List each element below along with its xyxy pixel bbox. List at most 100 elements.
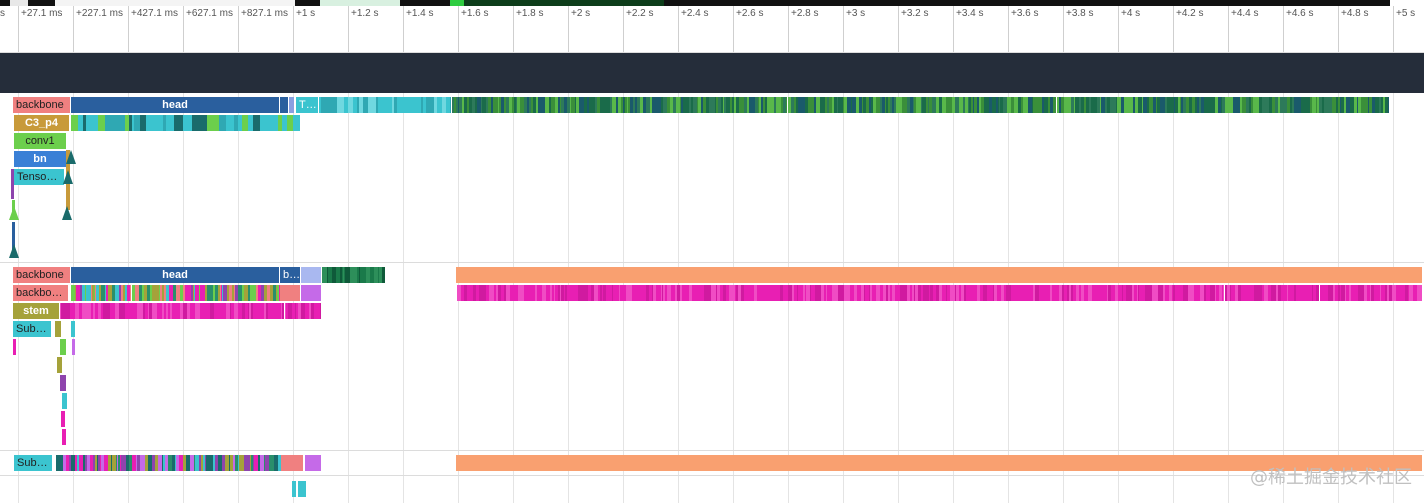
slice-conv1[interactable]: conv1 (14, 133, 66, 149)
slice-fragment[interactable] (98, 115, 106, 131)
slice-fragment[interactable] (72, 339, 75, 355)
ruler-tick (1118, 6, 1119, 52)
slice-c3-p4[interactable]: C3_p4 (14, 115, 69, 131)
grid-line (348, 93, 349, 503)
slice-small[interactable] (11, 169, 14, 199)
slice-backbone[interactable]: backbone (13, 267, 70, 283)
ruler-tick-label: +627.1 ms (186, 8, 233, 19)
slice-t[interactable]: T… (296, 97, 318, 113)
ruler-tick (73, 6, 74, 52)
slice-fragment[interactable] (139, 115, 147, 131)
slice-fragment[interactable] (61, 411, 65, 427)
slice-fragment[interactable] (384, 267, 385, 283)
slice-fragment[interactable] (1420, 285, 1422, 301)
ruler-tick (678, 6, 679, 52)
slice-fragment[interactable] (55, 321, 61, 337)
ruler-tick-label: +827.1 ms (241, 8, 288, 19)
slice-fragment[interactable] (165, 115, 175, 131)
slice-b[interactable]: b… (280, 267, 300, 283)
ruler-tick-label: +2.8 s (791, 8, 819, 19)
slice-small[interactable] (292, 481, 296, 497)
ruler-tick (1173, 6, 1174, 52)
ruler-tick-label: +1 s (296, 8, 316, 19)
slice-backbone[interactable]: backbone (13, 97, 70, 113)
slice-fragment[interactable] (71, 115, 79, 131)
slice-fragment[interactable] (252, 115, 261, 131)
slice-fragment[interactable] (174, 115, 183, 131)
slice-fragment[interactable] (60, 339, 66, 355)
slice-small[interactable] (289, 97, 294, 113)
ruler-tick-label: +427.1 ms (131, 8, 178, 19)
slice-fragment[interactable] (62, 393, 67, 409)
ruler-tick (1393, 6, 1394, 52)
slice-orange-long[interactable] (456, 267, 1422, 283)
ruler-tick-label: +3 s (846, 8, 866, 19)
slice-fragment[interactable] (292, 115, 300, 131)
slice-fragment[interactable] (89, 115, 99, 131)
ruler-tick-label: +2 s (571, 8, 591, 19)
slice-backbo[interactable]: backbo… (13, 285, 68, 301)
ruler-tick-label: s (0, 8, 5, 19)
ruler-tick (128, 6, 129, 52)
ruler-tick-label: +227.1 ms (76, 8, 123, 19)
slice-fragment[interactable] (60, 375, 66, 391)
slice-fragment[interactable] (105, 115, 115, 131)
ruler-tick (183, 6, 184, 52)
ruler-tick (623, 6, 624, 52)
slice-fragment[interactable] (319, 303, 321, 319)
slice-stem[interactable]: stem (13, 303, 59, 319)
ruler-tick (458, 6, 459, 52)
slice-fragment[interactable] (57, 357, 62, 373)
dark-track-band (0, 53, 1424, 93)
ruler-tick-label: +4.4 s (1231, 8, 1259, 19)
slice-fragment[interactable] (281, 455, 303, 471)
slice-fragment[interactable] (62, 429, 66, 445)
slice-fragment[interactable] (154, 115, 164, 131)
slice-head[interactable]: head (71, 267, 279, 283)
slice-fragment[interactable] (226, 115, 235, 131)
ruler-tick-label: +4.8 s (1341, 8, 1369, 19)
slice-subt[interactable]: Subt… (14, 455, 52, 471)
slice-fragment[interactable] (13, 339, 16, 355)
ruler-tick (898, 6, 899, 52)
slice-fragment[interactable] (301, 285, 321, 301)
slice-fragment[interactable] (210, 115, 220, 131)
slice-fragment[interactable] (449, 97, 451, 113)
ruler-tick-label: +5 s (1396, 8, 1416, 19)
slice-fragment[interactable] (269, 115, 278, 131)
slice-small[interactable] (280, 97, 288, 113)
slice-fragment[interactable] (191, 115, 200, 131)
slice-fragment[interactable] (219, 115, 227, 131)
slice-fragment[interactable] (146, 115, 155, 131)
ruler-tick-label: +3.4 s (956, 8, 984, 19)
slice-fragment[interactable] (305, 455, 321, 471)
ruler-tick-label: +2.6 s (736, 8, 764, 19)
ruler-tick-label: +4.6 s (1286, 8, 1314, 19)
slice-fragment[interactable] (71, 321, 75, 337)
slice-fragment[interactable] (1387, 97, 1389, 113)
marker-triangle (9, 206, 19, 220)
ruler-tick-label: +4 s (1121, 8, 1141, 19)
slice-fragment[interactable] (299, 115, 301, 131)
ruler-tick-label: +1.6 s (461, 8, 489, 19)
ruler-tick-label: +1.4 s (406, 8, 434, 19)
slice-bn[interactable]: bn (14, 151, 66, 167)
ruler-tick-label: +3.2 s (901, 8, 929, 19)
slice-fragment[interactable] (280, 285, 300, 301)
watermark-text: @稀土掘金技术社区 (1250, 467, 1412, 488)
slice-subt[interactable]: Subt… (13, 321, 51, 337)
ruler-tick (1008, 6, 1009, 52)
slice-tensor[interactable]: Tensor… (14, 169, 64, 185)
slice-small[interactable] (298, 481, 306, 497)
marker-triangle (63, 170, 73, 184)
time-ruler[interactable]: s +27.1 ms +227.1 ms +427.1 ms +627.1 ms +827… (0, 6, 1424, 53)
ruler-tick (293, 6, 294, 52)
slice-fragment[interactable] (182, 115, 192, 131)
ruler-tick-label: +4.2 s (1176, 8, 1204, 19)
slice-head[interactable]: head (71, 97, 279, 113)
ruler-tick (843, 6, 844, 52)
slice-fragment[interactable] (199, 115, 207, 131)
slice-small[interactable] (301, 267, 321, 283)
ruler-tick-label: +3.8 s (1066, 8, 1094, 19)
slice-fragment[interactable] (260, 115, 270, 131)
